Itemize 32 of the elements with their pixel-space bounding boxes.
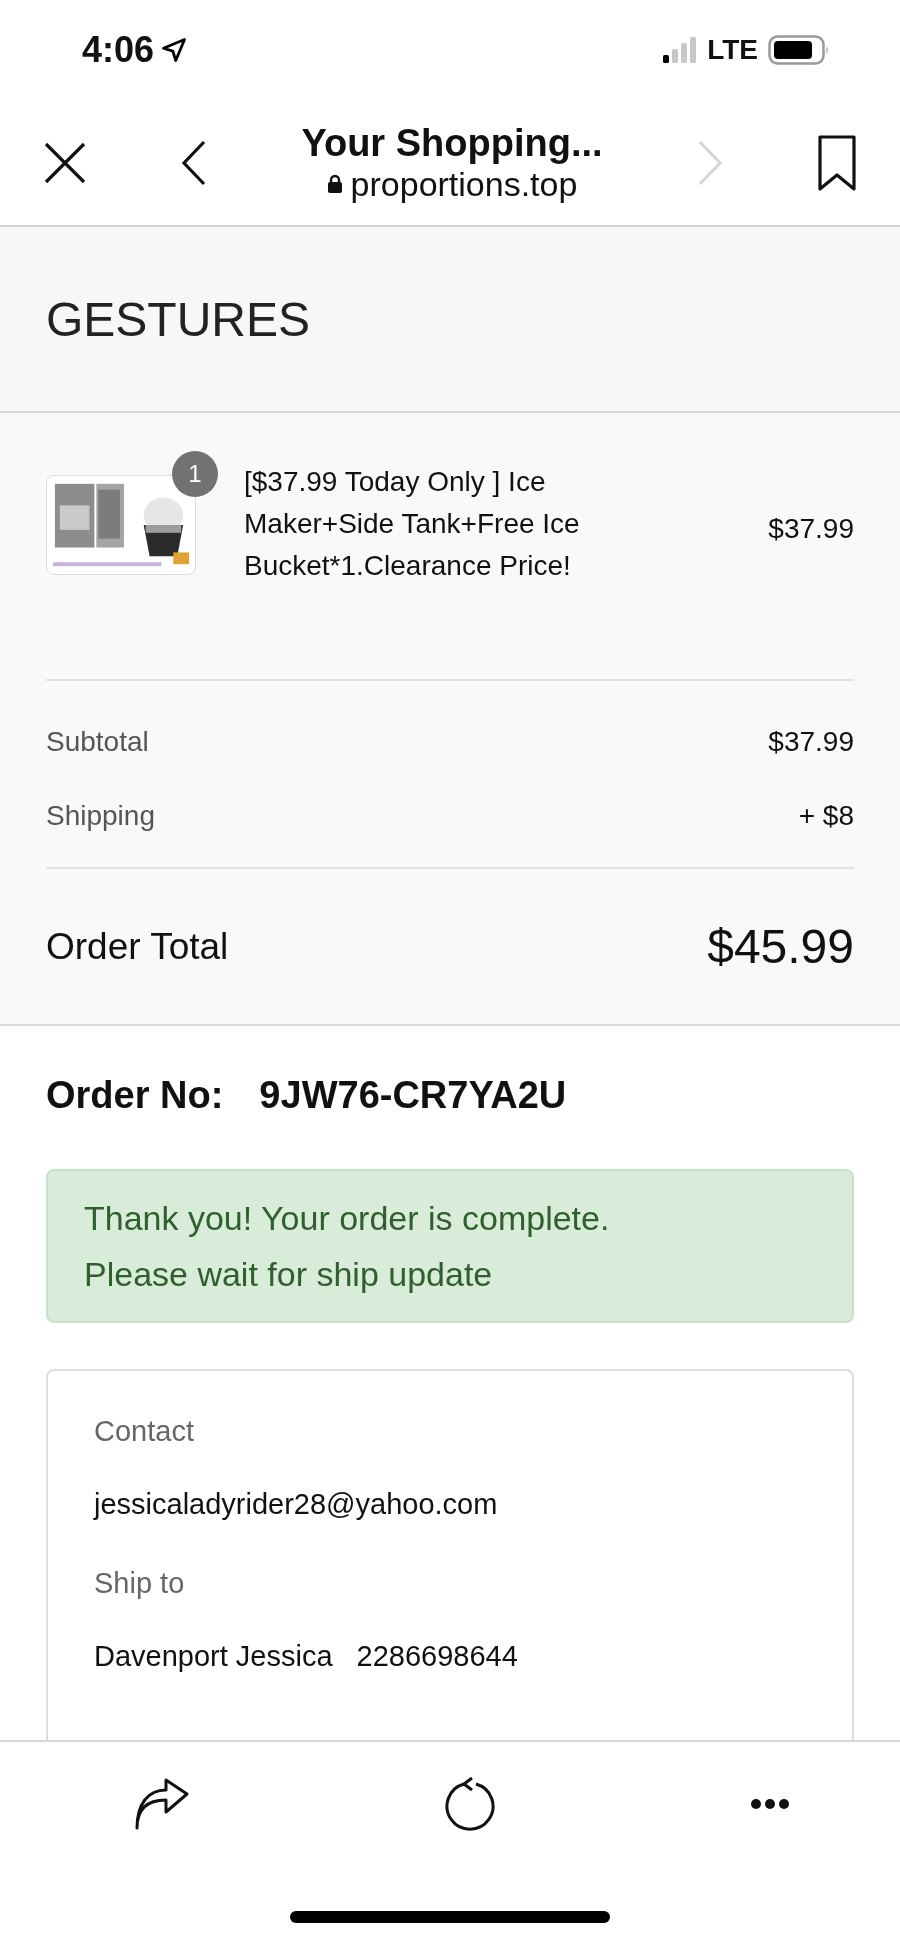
total-label: Order Total bbox=[46, 925, 229, 968]
shipping-label: Shipping bbox=[46, 800, 155, 832]
contact-email: jessicaladyrider28@yahoo.com bbox=[94, 1488, 498, 1521]
share-icon[interactable] bbox=[134, 1778, 190, 1830]
product-title: [$37.99 Today Only ] Ice Maker+Side Tank+Free Ice Bucket*1.Clearance Price! bbox=[244, 465, 581, 583]
page-title: Your Shopping... bbox=[301, 121, 603, 164]
status-time: 4:06 bbox=[82, 29, 155, 71]
quantity-badge: 1 bbox=[172, 451, 218, 497]
store-name: GESTURES bbox=[46, 291, 311, 347]
subtotal-value: $37.99 bbox=[768, 726, 854, 758]
success-message: Thank you! Your order is complete. Please wait for ship update bbox=[46, 1169, 854, 1323]
battery-icon bbox=[768, 35, 830, 65]
ship-to-label: Ship to bbox=[94, 1567, 185, 1600]
lock-icon bbox=[326, 173, 343, 194]
product-price: $37.99 bbox=[768, 513, 854, 545]
page-url: proportions.top bbox=[350, 164, 578, 204]
location-arrow-icon bbox=[160, 36, 189, 64]
more-icon[interactable] bbox=[750, 1798, 790, 1810]
bookmark-icon[interactable] bbox=[817, 134, 856, 191]
order-number: 9JW76-CR7YA2U bbox=[259, 1074, 567, 1117]
shipping-value: + $8 bbox=[798, 800, 854, 832]
close-icon[interactable] bbox=[44, 141, 86, 184]
order-label: Order No: bbox=[46, 1074, 224, 1117]
subtotal-label: Subtotal bbox=[46, 726, 149, 758]
signal-icon bbox=[663, 37, 698, 63]
network-label: LTE bbox=[707, 34, 758, 66]
recipient-name: Davenport Jessica bbox=[94, 1640, 333, 1673]
reload-icon[interactable] bbox=[444, 1776, 496, 1832]
total-value: $45.99 bbox=[707, 919, 854, 974]
back-icon[interactable] bbox=[180, 139, 207, 186]
contact-label: Contact bbox=[94, 1415, 194, 1448]
recipient-phone: 2286698644 bbox=[356, 1640, 518, 1673]
